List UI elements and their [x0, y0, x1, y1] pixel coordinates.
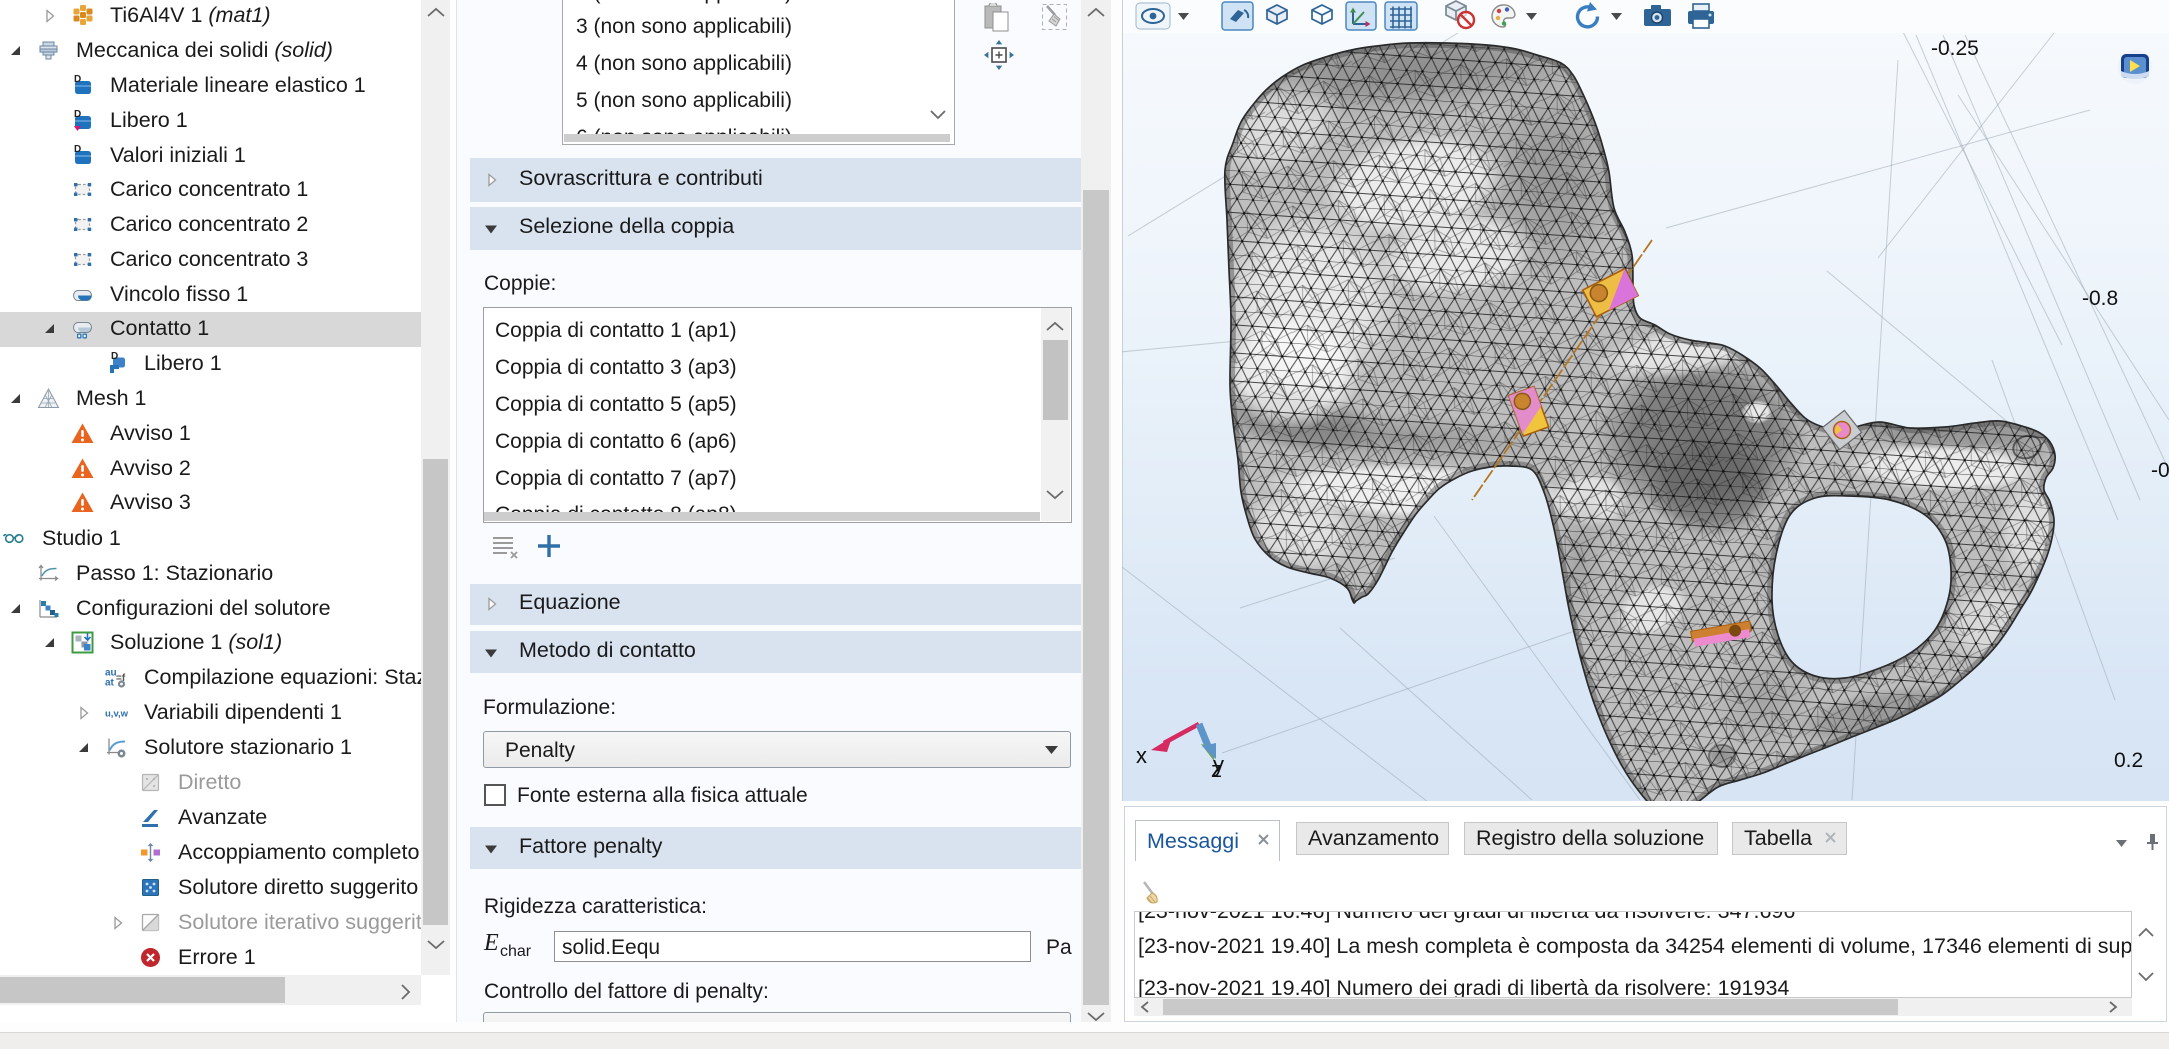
- svg-text:z: z: [1211, 757, 1222, 782]
- svg-text:-0.8: -0.8: [2082, 287, 2118, 310]
- svg-text:0.2: 0.2: [2114, 749, 2143, 772]
- svg-text:x: x: [1136, 743, 1147, 768]
- svg-text:D: D: [74, 144, 81, 155]
- svg-text:u,v,w: u,v,w: [105, 709, 128, 720]
- svg-text:-0.25: -0.25: [1931, 37, 1979, 60]
- svg-text:D: D: [74, 74, 81, 85]
- svg-text:at: at: [105, 678, 115, 689]
- svg-text:D: D: [74, 109, 81, 120]
- svg-text:D: D: [111, 352, 118, 362]
- svg-text:-0.: -0.: [2151, 459, 2169, 482]
